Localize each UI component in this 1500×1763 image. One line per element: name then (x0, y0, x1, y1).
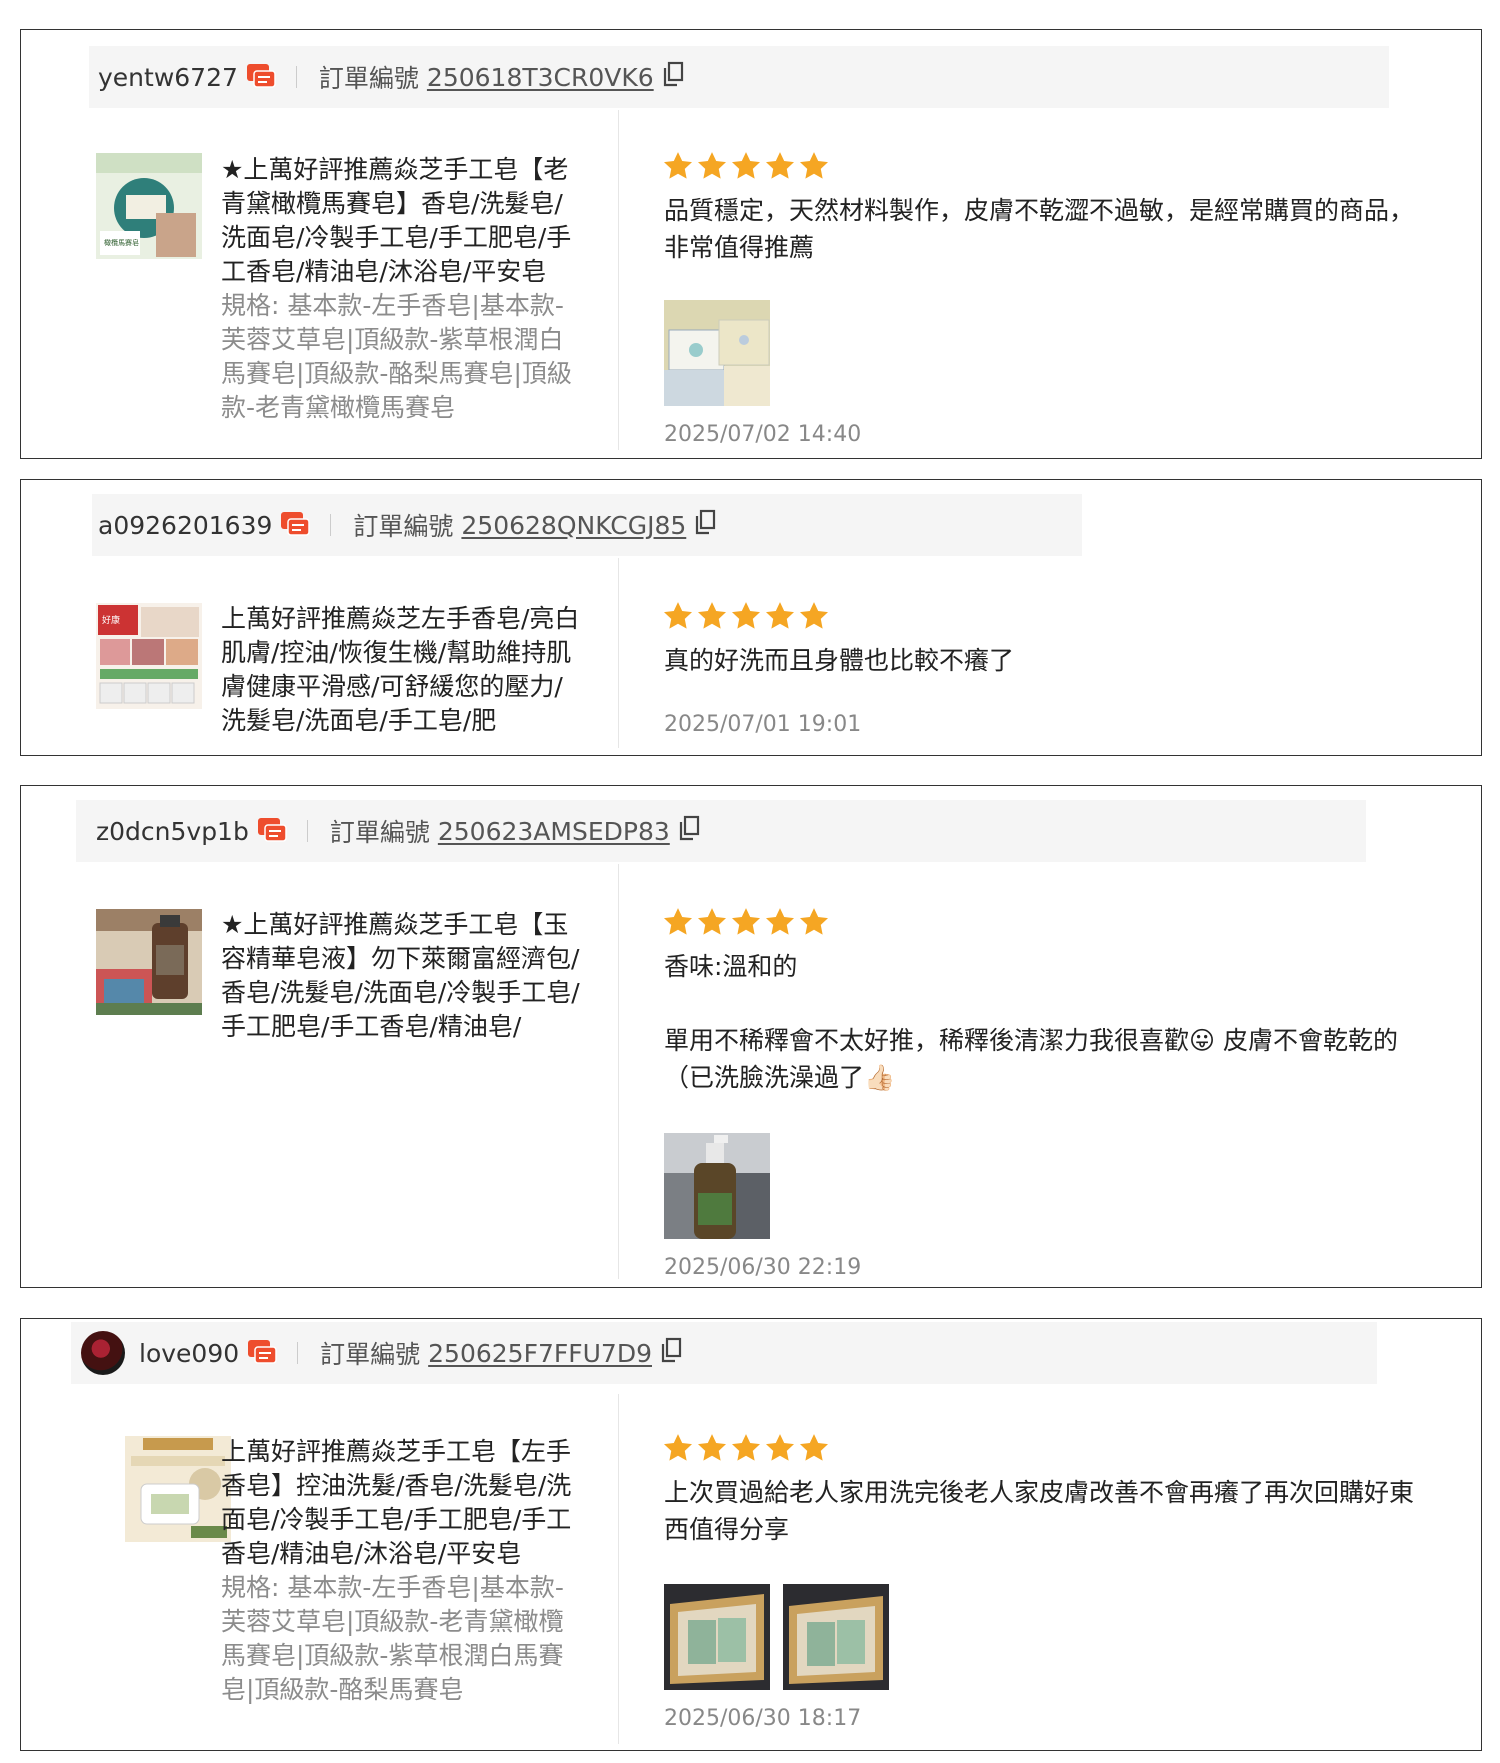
order-label: 訂單編號 (329, 818, 430, 847)
column-divider (618, 110, 619, 450)
order-number-link[interactable]: 250618T3CR0VK6 (427, 63, 654, 92)
order-label: 訂單編號 (320, 1340, 421, 1369)
star-icon (732, 908, 760, 935)
review-photo[interactable] (664, 1584, 770, 1690)
product-name[interactable]: 上萬好評推薦焱芝手工皂【左手香皂】控油洗髮/香皂/洗髮皂/洗面皂/冷製手工皂/手… (221, 1435, 581, 1735)
star-icon (800, 908, 828, 935)
svg-text:好康: 好康 (102, 614, 120, 626)
column-divider (618, 558, 619, 748)
product-title: 上萬好評推薦焱芝左手香皂/亮白肌膚/控油/恢復生機/幫助維持肌膚健康平滑感/可舒… (221, 604, 580, 735)
star-icon (766, 1434, 794, 1461)
review-card: yentw6727 訂單編號 250618T3CR0VK6 橄欖馬賽皂 ★上萬好… (20, 29, 1482, 459)
product-thumbnail[interactable]: 橄欖馬賽皂 (96, 153, 202, 259)
review-comment: 香味:溫和的 單用不稀釋會不太好推，稀釋後清潔力我很喜歡😛 皮膚不會乾乾的（已洗… (664, 952, 1399, 1092)
review-photo[interactable] (664, 1133, 770, 1239)
review-date: 2025/06/30 18:17 (664, 1706, 862, 1731)
rating-stars (664, 152, 828, 179)
chat-icon[interactable] (280, 511, 311, 539)
column-divider (618, 864, 619, 1279)
review-date: 2025/07/02 14:40 (664, 422, 862, 447)
rating-stars (664, 908, 828, 935)
star-icon (800, 152, 828, 179)
copy-icon[interactable] (678, 815, 700, 847)
product-thumbnail[interactable] (125, 1436, 231, 1542)
order-number-link[interactable]: 250628QNKCGJ85 (461, 511, 686, 540)
product-name[interactable]: 上萬好評推薦焱芝左手香皂/亮白肌膚/控油/恢復生機/幫助維持肌膚健康平滑感/可舒… (221, 602, 581, 742)
product-title: ★上萬好評推薦焱芝手工皂【玉容精華皂液】勿下萊爾富經濟包/香皂/洗髮皂/洗面皂/… (221, 910, 580, 1041)
star-icon (698, 602, 726, 629)
order-number-link[interactable]: 250625F7FFU7D9 (428, 1339, 652, 1368)
avatar[interactable] (81, 1331, 125, 1375)
star-icon (800, 602, 828, 629)
star-icon (698, 152, 726, 179)
copy-icon[interactable] (694, 509, 716, 541)
star-icon (664, 1434, 692, 1461)
review-comment: 真的好洗而且身體也比較不癢了 (664, 646, 1015, 675)
chat-icon[interactable] (257, 817, 287, 845)
review-header: a0926201639 訂單編號 250628QNKCGJ85 (92, 494, 1082, 556)
review-comment: 上次買過給老人家用洗完後老人家皮膚改善不會再癢了再次回購好東西值得分享 (664, 1478, 1415, 1544)
star-icon (800, 1434, 828, 1461)
review-date: 2025/06/30 22:19 (664, 1255, 862, 1280)
product-thumbnail[interactable]: 好康 (96, 603, 202, 709)
product-name[interactable]: ★上萬好評推薦焱芝手工皂【老青黛橄欖馬賽皂】香皂/洗髮皂/洗面皂/冷製手工皂/手… (221, 153, 581, 438)
star-icon (732, 1434, 760, 1461)
order-label: 訂單編號 (318, 64, 419, 93)
star-icon (698, 908, 726, 935)
star-icon (766, 602, 794, 629)
product-title: 上萬好評推薦焱芝手工皂【左手香皂】控油洗髮/香皂/洗髮皂/洗面皂/冷製手工皂/手… (221, 1437, 572, 1568)
star-icon (732, 152, 760, 179)
product-name[interactable]: ★上萬好評推薦焱芝手工皂【玉容精華皂液】勿下萊爾富經濟包/香皂/洗髮皂/洗面皂/… (221, 908, 581, 1108)
column-divider (618, 1394, 619, 1744)
separator (295, 66, 297, 88)
review-header: yentw6727 訂單編號 250618T3CR0VK6 (89, 46, 1389, 108)
review-card: z0dcn5vp1b 訂單編號 250623AMSEDP83 ★上萬好評推薦焱芝… (20, 785, 1482, 1288)
copy-icon[interactable] (662, 61, 684, 93)
review-header: z0dcn5vp1b 訂單編號 250623AMSEDP83 (76, 800, 1366, 862)
product-variation: 規格: 基本款-左手香皂|基本款-芙蓉艾草皂|頂級款-老青黛橄欖馬賽皂|頂級款-… (221, 1573, 564, 1704)
rating-stars (664, 1434, 828, 1461)
review-card: a0926201639 訂單編號 250628QNKCGJ85 好康 上萬好評推… (20, 479, 1482, 756)
star-icon (664, 152, 692, 179)
buyer-username[interactable]: a0926201639 (98, 511, 272, 540)
review-photo[interactable] (783, 1584, 889, 1690)
buyer-username[interactable]: z0dcn5vp1b (96, 817, 249, 846)
buyer-username[interactable]: love090 (139, 1339, 239, 1368)
separator (297, 1342, 299, 1364)
product-title: ★上萬好評推薦焱芝手工皂【老青黛橄欖馬賽皂】香皂/洗髮皂/洗面皂/冷製手工皂/手… (221, 155, 572, 286)
star-icon (766, 908, 794, 935)
review-card: love090 訂單編號 250625F7FFU7D9 上萬好評推薦焱芝手工皂【… (20, 1318, 1482, 1751)
product-variation: 規格: 基本款-左手香皂|基本款-芙蓉艾草皂|頂級款-紫草根潤白馬賽皂|頂級款-… (221, 291, 572, 422)
review-date: 2025/07/01 19:01 (664, 712, 862, 737)
review-header: love090 訂單編號 250625F7FFU7D9 (71, 1322, 1377, 1384)
separator (330, 514, 332, 536)
star-icon (664, 602, 692, 629)
star-icon (732, 602, 760, 629)
separator (306, 820, 308, 842)
svg-text:橄欖馬賽皂: 橄欖馬賽皂 (104, 238, 139, 247)
review-comment: 品質穩定，天然材料製作，皮膚不乾澀不過敏，是經常購買的商品，非常值得推薦 (664, 196, 1415, 262)
order-number-link[interactable]: 250623AMSEDP83 (438, 817, 670, 846)
review-photo[interactable] (664, 300, 770, 406)
order-label: 訂單編號 (353, 512, 454, 541)
rating-stars (664, 602, 828, 629)
star-icon (766, 152, 794, 179)
chat-icon[interactable] (247, 1339, 277, 1367)
star-icon (664, 908, 692, 935)
star-icon (698, 1434, 726, 1461)
product-thumbnail[interactable] (96, 909, 202, 1015)
copy-icon[interactable] (660, 1337, 682, 1369)
chat-icon[interactable] (246, 63, 276, 91)
buyer-username[interactable]: yentw6727 (98, 63, 238, 92)
